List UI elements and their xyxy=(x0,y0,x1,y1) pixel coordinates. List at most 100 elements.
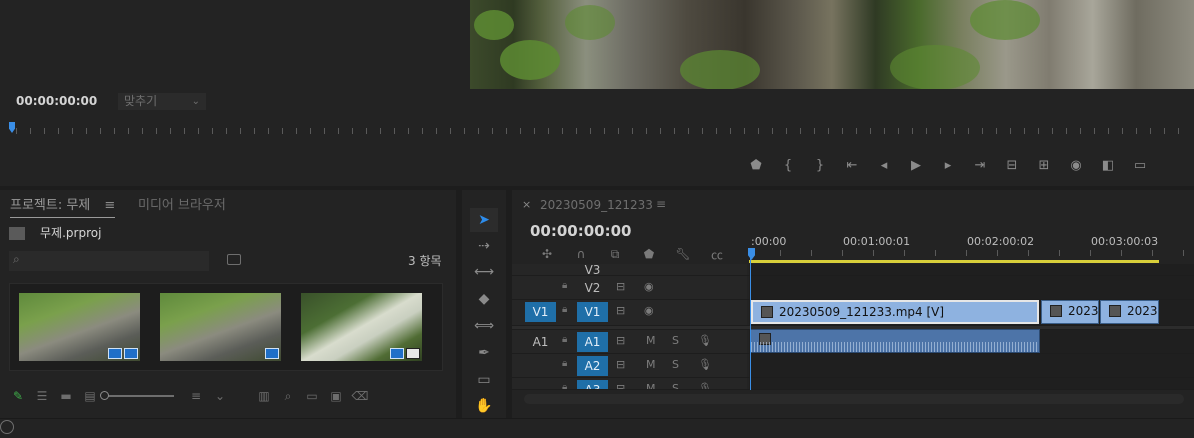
mute-button[interactable]: M xyxy=(646,382,656,389)
track-name[interactable]: V1 xyxy=(577,302,608,322)
program-timecode[interactable]: 00:00:00:00 xyxy=(16,94,97,108)
mark-in-icon[interactable]: { xyxy=(772,154,804,176)
captions-icon[interactable]: ㏄ xyxy=(700,246,734,262)
lock-icon[interactable]: 🔒︎ xyxy=(562,358,567,369)
chevron-down-icon[interactable]: ⌄ xyxy=(208,386,232,406)
rectangle-tool-icon[interactable]: ▭ xyxy=(470,368,498,392)
close-icon[interactable]: × xyxy=(522,198,531,211)
snap-icon[interactable]: ∩ xyxy=(564,246,598,262)
sync-lock-icon[interactable]: ⊟ xyxy=(616,280,625,293)
program-time-ruler[interactable] xyxy=(16,128,1186,134)
fit-select[interactable]: 맞추기 ⌄ xyxy=(118,93,206,110)
button-editor-icon[interactable]: ▭ xyxy=(1124,154,1156,176)
track-lane[interactable] xyxy=(749,276,1194,299)
slip-tool-icon[interactable]: ⟺ xyxy=(470,314,498,338)
marker-icon[interactable]: ⬟ xyxy=(740,154,772,176)
source-patch-v1[interactable]: V1 xyxy=(525,302,556,322)
sequence-timecode[interactable]: 00:00:00:00 xyxy=(530,222,632,240)
microphone-icon[interactable]: 🎙︎ xyxy=(698,382,712,389)
track-lane[interactable] xyxy=(749,378,1194,389)
selection-tool-icon[interactable]: ➤ xyxy=(470,208,498,232)
linked-selection-icon[interactable]: ⧉ xyxy=(598,246,632,262)
audio-clip[interactable] xyxy=(750,329,1040,353)
freeform-view-icon[interactable]: ▤ xyxy=(78,386,102,406)
lock-icon[interactable]: 🔒︎ xyxy=(562,382,567,389)
source-patch-a1[interactable]: A1 xyxy=(525,332,556,352)
program-video-frame xyxy=(470,0,1194,89)
sort-icon[interactable]: ≡ xyxy=(184,386,208,406)
horizontal-scrollbar[interactable] xyxy=(524,394,1184,404)
tab-project[interactable]: 프로젝트: 무제 ≡ xyxy=(10,194,116,218)
track-lane[interactable] xyxy=(749,264,1194,275)
go-to-in-icon[interactable]: ⇤ xyxy=(836,154,868,176)
hand-tool-icon[interactable]: ✋ xyxy=(470,394,498,418)
export-frame-icon[interactable]: ◉ xyxy=(1060,154,1092,176)
solo-button[interactable]: S xyxy=(672,382,679,389)
automate-to-sequence-icon[interactable]: ▥ xyxy=(252,386,276,406)
tab-sequence[interactable]: 20230509_121233 xyxy=(540,198,653,212)
tab-media-browser[interactable]: 미디어 브라우저 xyxy=(138,194,226,213)
compare-icon[interactable]: ◧ xyxy=(1092,154,1124,176)
track-name[interactable]: V2 xyxy=(577,278,608,298)
track-name[interactable]: V3 xyxy=(577,264,608,275)
microphone-icon[interactable]: 🎙︎ xyxy=(698,334,712,347)
timeline-ruler[interactable]: :00:00 00:01:00:01 00:02:00:02 00:03:00:… xyxy=(749,232,1194,262)
project-item-thumbnail[interactable] xyxy=(19,293,140,361)
mute-button[interactable]: M xyxy=(646,334,656,347)
chevron-down-icon: ⌄ xyxy=(191,96,200,107)
sync-lock-icon[interactable]: ⊟ xyxy=(616,358,625,371)
lift-icon[interactable]: ⊟ xyxy=(996,154,1028,176)
step-forward-icon[interactable]: ▸ xyxy=(932,154,964,176)
pencil-icon[interactable]: ✎ xyxy=(6,386,30,406)
track-name[interactable]: A1 xyxy=(577,332,608,352)
lock-icon[interactable]: 🔒︎ xyxy=(562,334,567,345)
list-view-icon[interactable]: ☰ xyxy=(30,386,54,406)
sync-lock-icon[interactable]: ⊟ xyxy=(616,304,625,317)
solo-button[interactable]: S xyxy=(672,334,679,347)
ripple-edit-tool-icon[interactable]: ⟷ xyxy=(470,260,498,284)
trash-icon[interactable]: ⌫ xyxy=(348,386,372,406)
extract-icon[interactable]: ⊞ xyxy=(1028,154,1060,176)
zoom-slider[interactable] xyxy=(100,391,174,400)
status-indicator-icon[interactable] xyxy=(0,420,14,434)
go-to-out-icon[interactable]: ⇥ xyxy=(964,154,996,176)
lock-icon[interactable]: 🔒︎ xyxy=(562,280,567,291)
track-v2: 🔒︎ V2 ⊟ ◉ xyxy=(512,276,1194,300)
video-clip[interactable]: 2023 xyxy=(1041,300,1099,324)
new-bin-icon[interactable]: ▭ xyxy=(300,386,324,406)
work-area-bar[interactable] xyxy=(749,260,1159,263)
step-back-icon[interactable]: ◂ xyxy=(868,154,900,176)
track-name[interactable]: A3 xyxy=(577,380,608,389)
track-name[interactable]: A2 xyxy=(577,356,608,376)
icon-view-icon[interactable]: ▬ xyxy=(54,386,78,406)
zoom-slider-knob[interactable] xyxy=(100,391,109,400)
solo-button[interactable]: S xyxy=(672,358,679,371)
track-select-tool-icon[interactable]: ⇢ xyxy=(470,234,498,258)
eye-icon[interactable]: ◉ xyxy=(644,304,654,317)
project-search-input[interactable] xyxy=(9,251,209,271)
video-clip[interactable]: 20230509_121233.mp4 [V] xyxy=(751,300,1039,324)
panel-menu-icon[interactable]: ≡ xyxy=(104,198,115,213)
new-item-icon[interactable]: ▣ xyxy=(324,386,348,406)
find-icon[interactable]: ⌕ xyxy=(276,386,300,406)
pen-tool-icon[interactable]: ✒ xyxy=(470,341,498,365)
add-marker-icon[interactable]: ⬟ xyxy=(632,246,666,262)
mark-out-icon[interactable]: } xyxy=(804,154,836,176)
wrench-icon[interactable]: 🔧︎ xyxy=(666,246,700,262)
video-clip[interactable]: 2023 xyxy=(1100,300,1159,324)
mute-button[interactable]: M xyxy=(646,358,656,371)
sync-lock-icon[interactable]: ⊟ xyxy=(616,382,625,389)
nest-icon[interactable]: ✣ xyxy=(530,246,564,262)
play-icon[interactable]: ▶ xyxy=(900,154,932,176)
project-item-thumbnail[interactable] xyxy=(301,293,422,361)
track-lane[interactable] xyxy=(749,354,1194,377)
panel-menu-icon[interactable]: ≡ xyxy=(656,197,666,211)
razor-tool-icon[interactable]: ◆ xyxy=(470,287,498,311)
project-item-thumbnail[interactable] xyxy=(160,293,281,361)
lock-icon[interactable]: 🔒︎ xyxy=(562,304,567,315)
ruler-label: 00:03:00:03 xyxy=(1091,235,1159,248)
eye-icon[interactable]: ◉ xyxy=(644,280,654,293)
sync-lock-icon[interactable]: ⊟ xyxy=(616,334,625,347)
new-bin-icon[interactable] xyxy=(227,254,241,265)
microphone-icon[interactable]: 🎙︎ xyxy=(698,358,712,371)
